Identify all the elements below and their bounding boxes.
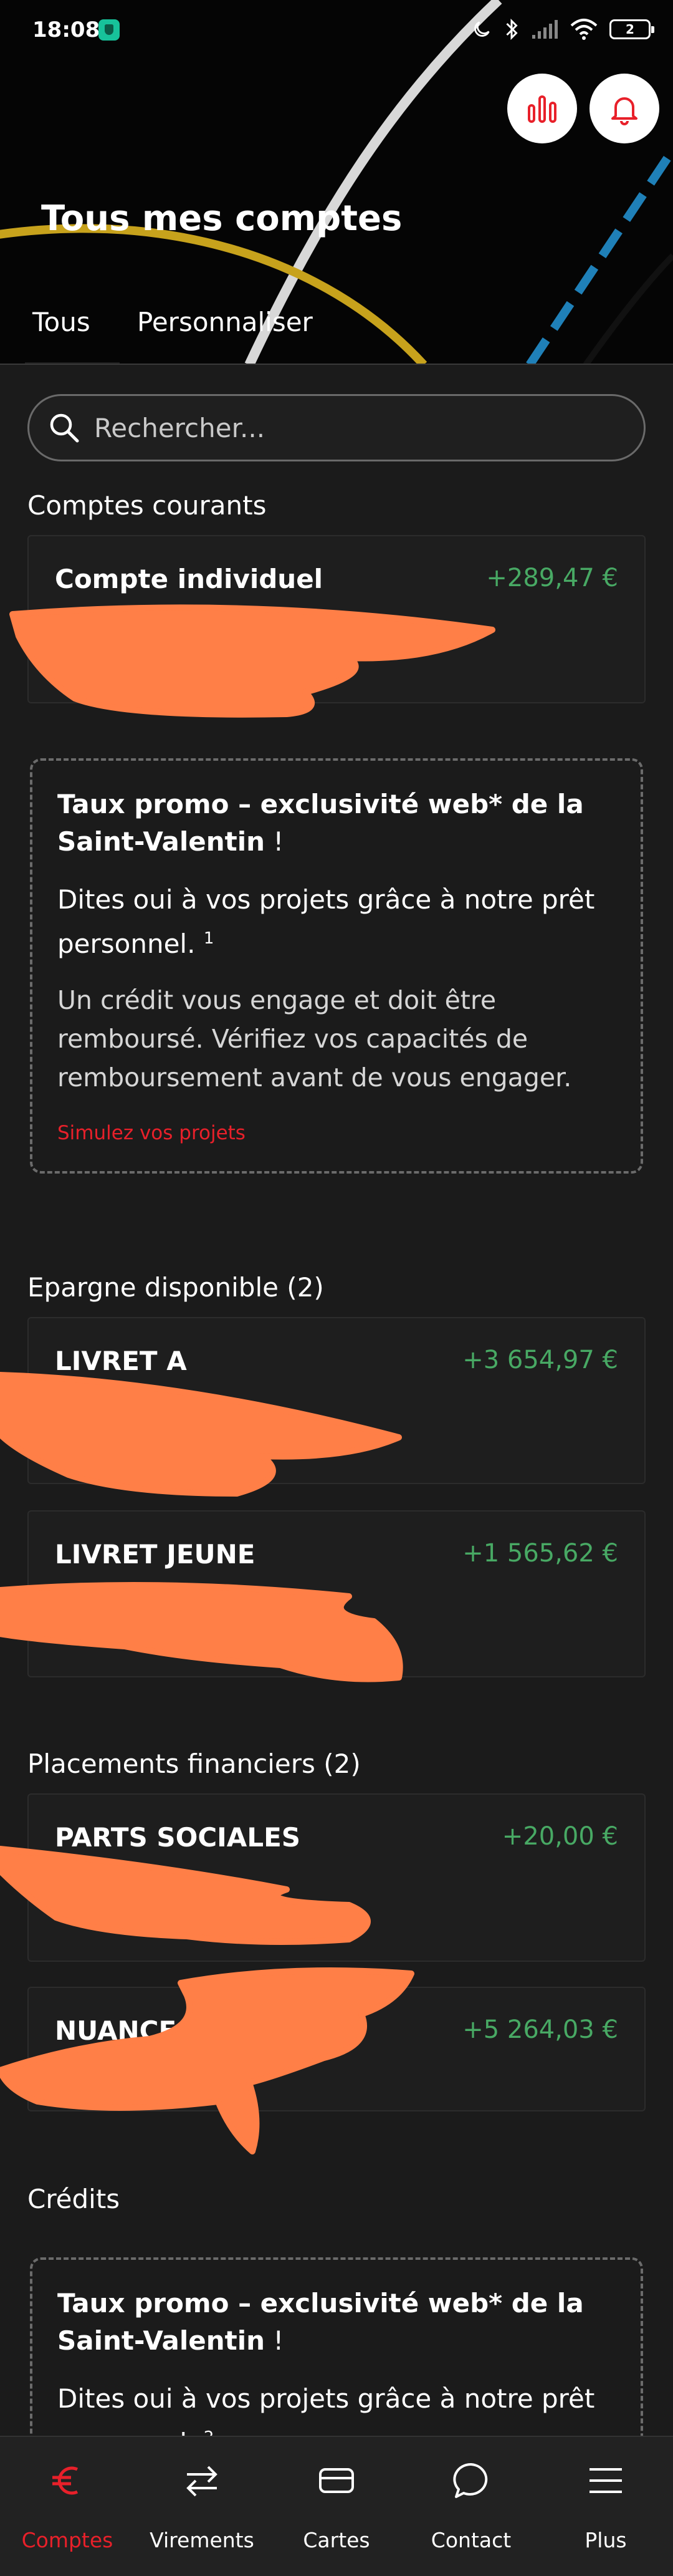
nav-plus[interactable]: Plus [538, 2437, 673, 2576]
nav-label: Plus [585, 2528, 627, 2552]
nav-label: Contact [431, 2528, 512, 2552]
nav-cartes[interactable]: Cartes [269, 2437, 404, 2576]
menu-icon [581, 2456, 631, 2506]
nav-contact[interactable]: Contact [404, 2437, 538, 2576]
card-icon [312, 2456, 361, 2506]
redaction-overlay [0, 604, 495, 2154]
bottom-navigation: Comptes Virements Cartes Contact Plus [0, 2436, 673, 2576]
nav-label: Virements [150, 2528, 254, 2552]
chat-bubble-icon [446, 2456, 496, 2506]
transfer-arrows-icon [177, 2456, 227, 2506]
euro-icon [42, 2456, 92, 2506]
nav-label: Cartes [303, 2528, 370, 2552]
nav-comptes[interactable]: Comptes [0, 2437, 135, 2576]
nav-virements[interactable]: Virements [135, 2437, 269, 2576]
nav-label: Comptes [21, 2528, 113, 2552]
